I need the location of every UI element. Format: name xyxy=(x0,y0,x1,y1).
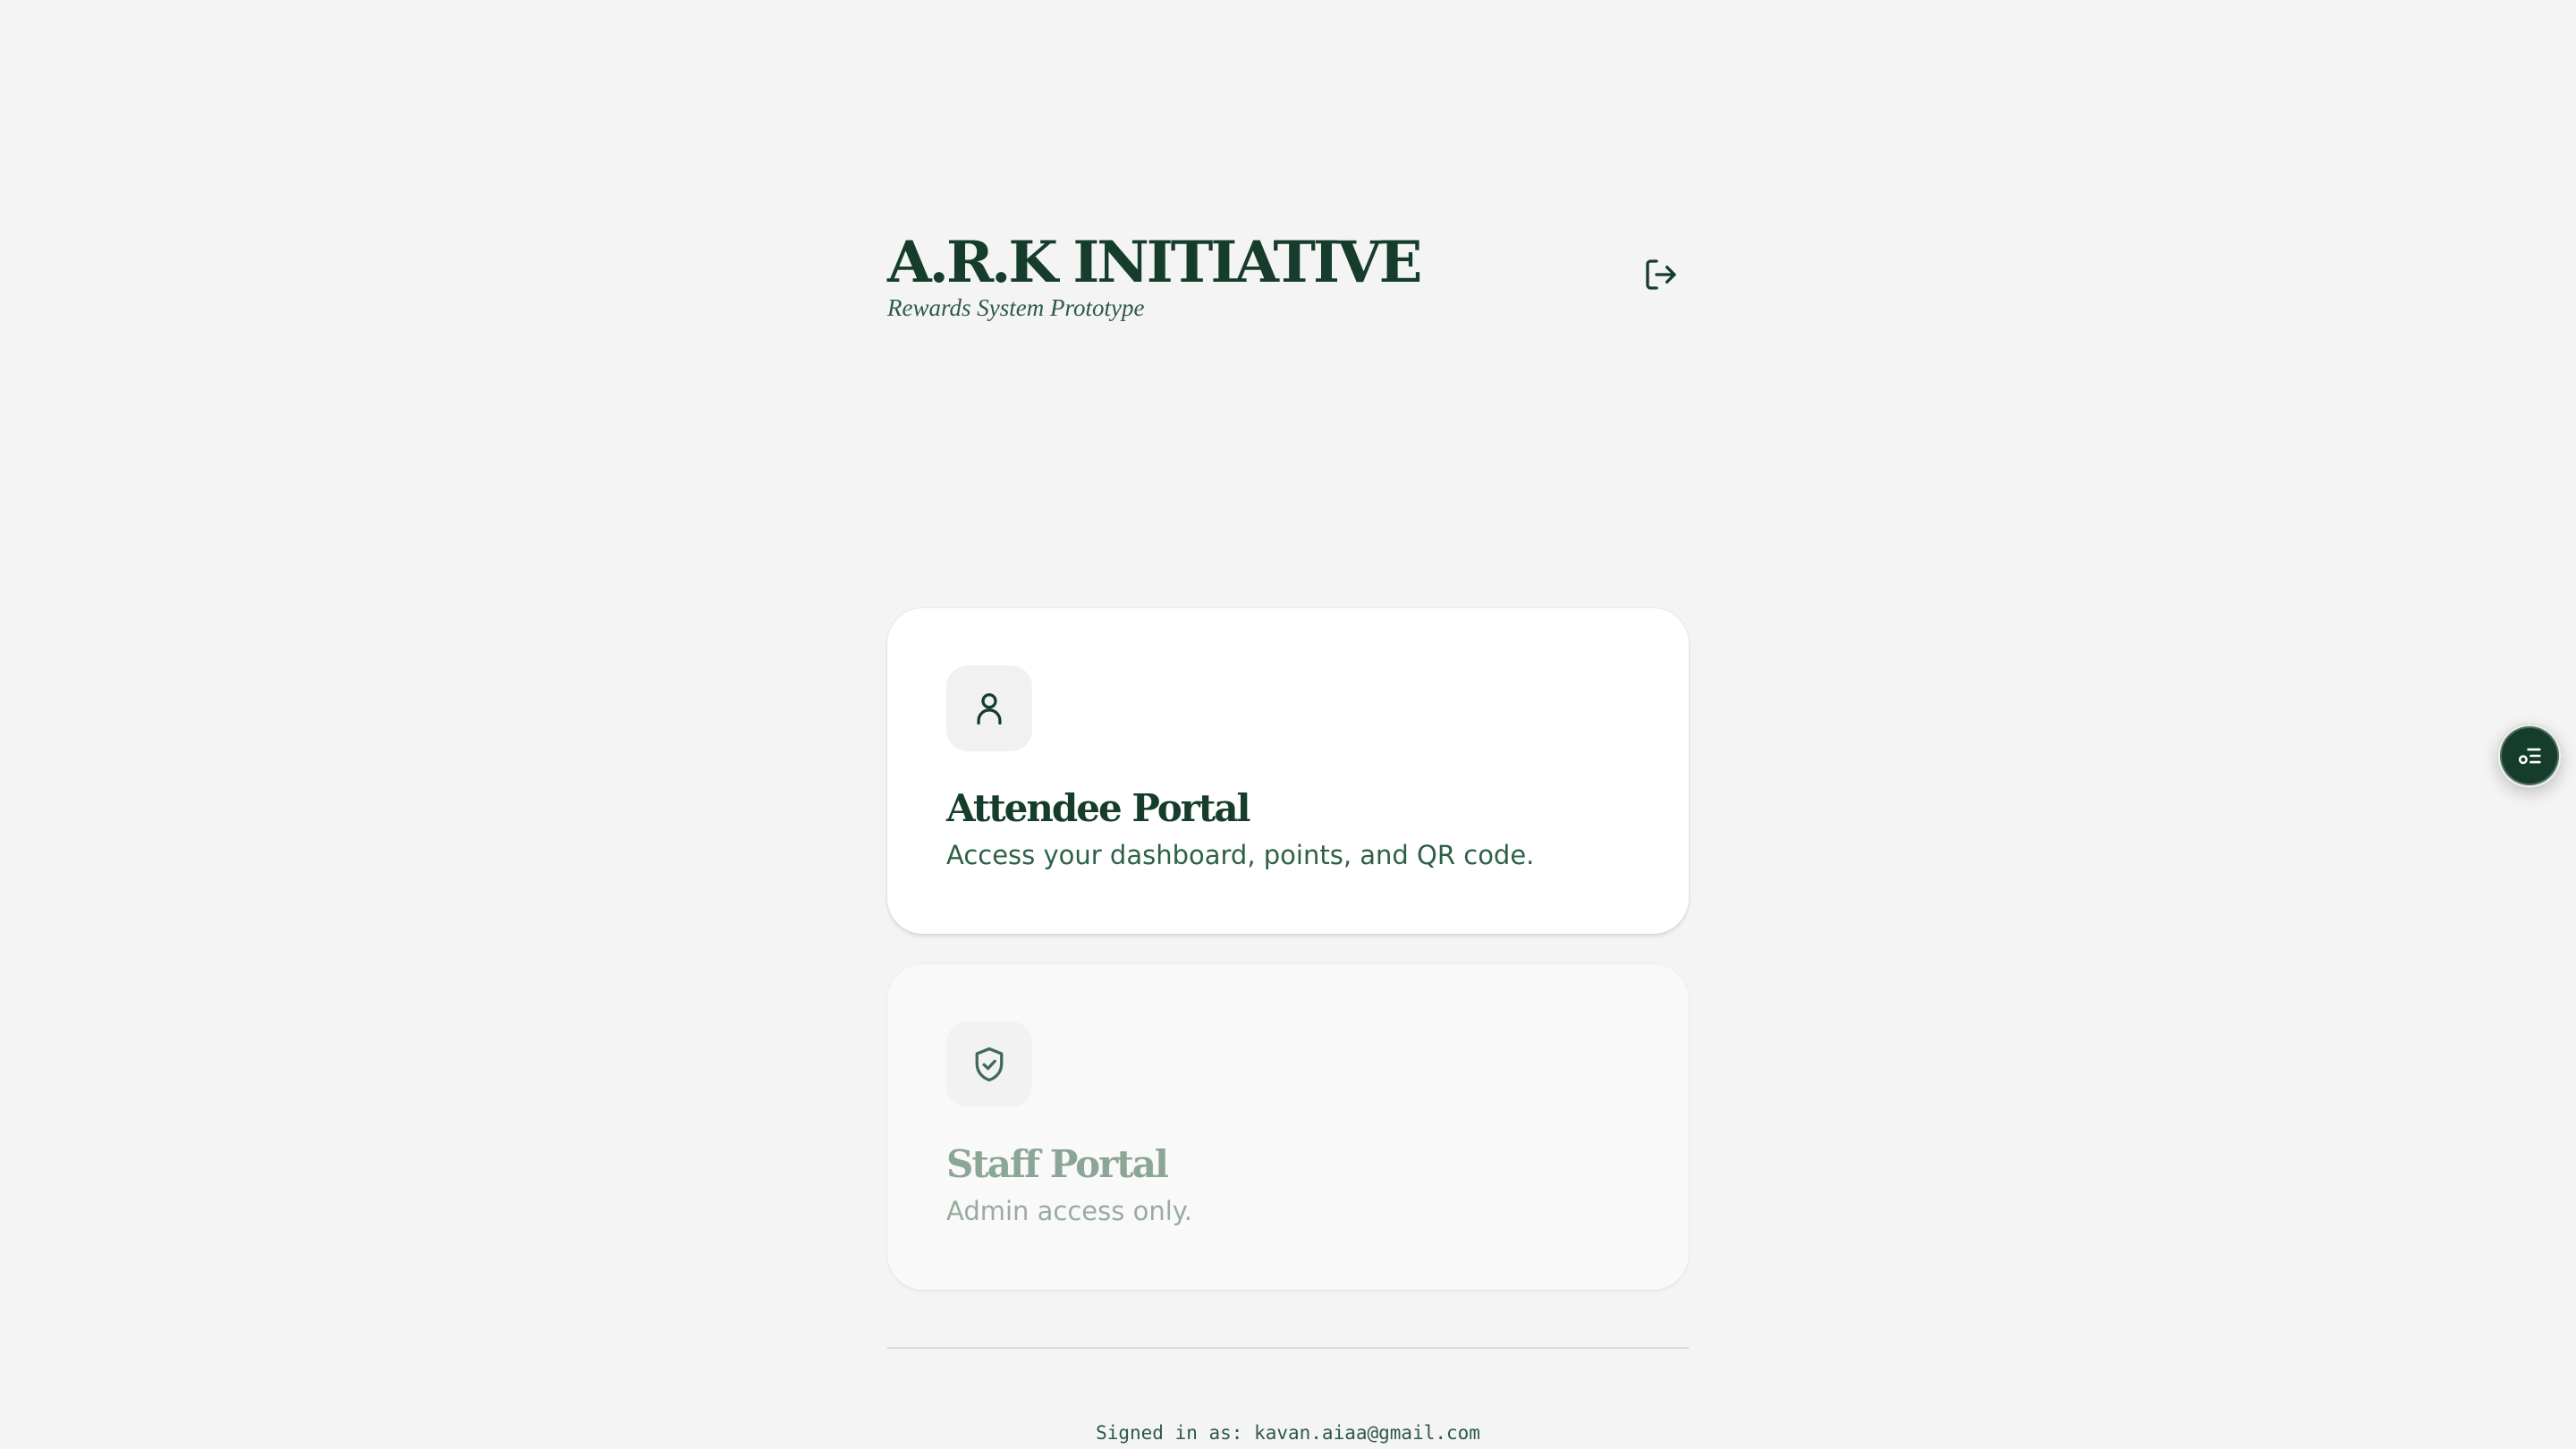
staff-portal-card[interactable]: Staff Portal Admin access only. xyxy=(887,964,1689,1290)
staff-portal-description: Admin access only. xyxy=(946,1196,1193,1226)
attendee-icon-tile xyxy=(946,665,1032,751)
signed-in-status: Signed in as: kavan.aiaa@gmail.com xyxy=(1096,1422,1480,1444)
staff-icon-tile xyxy=(946,1021,1032,1107)
logout-icon xyxy=(1646,259,1676,290)
logout-button[interactable] xyxy=(1633,247,1689,302)
divider xyxy=(887,1347,1689,1349)
header: A.R.K INITIATIVE Rewards System Prototyp… xyxy=(887,229,1689,327)
portal-selector: A.R.K INITIATIVE Rewards System Prototyp… xyxy=(887,229,1689,1444)
staff-portal-title: Staff Portal xyxy=(946,1142,1169,1186)
floating-action-button[interactable] xyxy=(2497,724,2562,788)
attendee-portal-title: Attendee Portal xyxy=(946,786,1251,830)
user-icon xyxy=(977,693,1002,725)
app-title: A.R.K INITIATIVE xyxy=(887,229,1422,296)
shield-check-icon xyxy=(975,1046,1004,1082)
attendee-portal-description: Access your dashboard, points, and QR co… xyxy=(946,840,1535,870)
fab-ring xyxy=(2500,726,2559,785)
attendee-portal-card[interactable]: Attendee Portal Access your dashboard, p… xyxy=(887,608,1689,934)
page: A.R.K INITIATIVE Rewards System Prototyp… xyxy=(0,0,2576,1449)
app-subtitle: Rewards System Prototype xyxy=(887,294,1145,321)
